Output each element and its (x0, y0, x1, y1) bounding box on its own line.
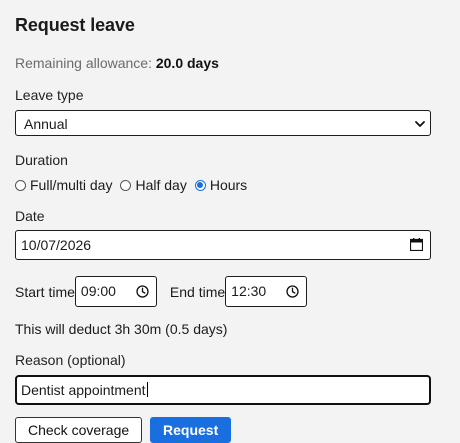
reason-label: Reason (optional) (15, 352, 126, 368)
duration-option-label: Hours (209, 177, 248, 193)
end-time-value: 12:30 (231, 283, 267, 299)
radio-button[interactable] (15, 179, 26, 191)
start-time-input[interactable]: 09:00 (74, 276, 157, 307)
duration-option-label: Full/multi day (30, 177, 113, 193)
start-time-label: Start time (15, 283, 75, 300)
start-time-value: 09:00 (80, 283, 116, 299)
text-caret (146, 382, 148, 397)
leave-type-select[interactable]: Annual (15, 110, 431, 136)
end-time-input[interactable]: 12:30 (225, 276, 308, 307)
allowance-value: 20.0 days (155, 55, 219, 71)
duration-option-half[interactable]: Half day (120, 177, 187, 193)
duration-radio-group: Full/multi day Half day Hours (15, 176, 255, 194)
radio-button[interactable] (120, 179, 132, 191)
leave-type-label: Leave type (15, 87, 84, 103)
duration-label: Duration (15, 152, 68, 168)
date-input[interactable]: 10/07/2026 (15, 230, 431, 260)
leave-type-value: Annual (24, 116, 68, 132)
chevron-down-icon (415, 121, 425, 127)
request-button[interactable]: Request (150, 417, 232, 443)
duration-option-full[interactable]: Full/multi day (15, 177, 112, 193)
date-label: Date (15, 208, 45, 224)
reason-input[interactable]: Dentist appointment (15, 375, 431, 405)
allowance-label: Remaining allowance: (15, 55, 152, 71)
duration-option-label: Half day (135, 177, 187, 193)
date-value: 10/07/2026 (21, 237, 92, 253)
clock-icon[interactable] (286, 285, 299, 298)
check-coverage-button[interactable]: Check coverage (15, 417, 143, 443)
clock-icon[interactable] (136, 285, 149, 298)
end-time-label: End time (169, 283, 226, 300)
page-title: Request leave (15, 15, 135, 35)
reason-value: Dentist appointment (21, 382, 146, 398)
time-row: Start time 09:00 End time 12:30 (15, 276, 308, 307)
radio-button-selected[interactable] (194, 179, 206, 191)
duration-option-hours[interactable]: Hours (194, 177, 248, 193)
deduction-summary: This will deduct 3h 30m (0.5 days) (15, 321, 228, 337)
remaining-allowance: Remaining allowance: 20.0 days (15, 55, 219, 71)
calendar-icon[interactable] (410, 238, 423, 251)
